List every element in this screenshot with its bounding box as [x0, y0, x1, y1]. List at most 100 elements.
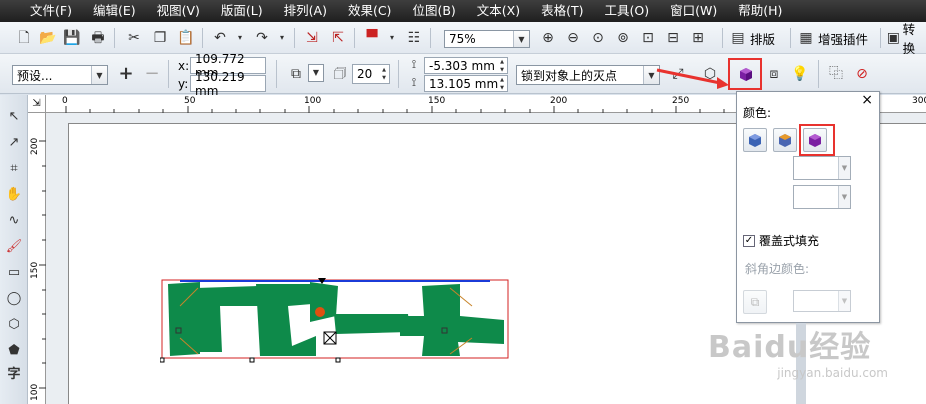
export-icon[interactable]: ⇱ [328, 28, 348, 48]
convert-button[interactable]: ▣ 转换 [884, 22, 926, 56]
vp-y-spinner[interactable]: ▲ ▼ [497, 76, 507, 91]
text-tool-icon[interactable]: 字 [4, 365, 24, 385]
undo-dropdown-icon[interactable]: ▾ [230, 28, 250, 48]
bevel-color-button[interactable]: ⧉ [743, 290, 767, 314]
overlay-fill-checkbox[interactable]: ✓ [743, 234, 755, 247]
cut-icon[interactable]: ✂ [124, 28, 144, 48]
open-folder-icon[interactable]: 📂 [38, 28, 58, 48]
extrusion-edge [180, 280, 490, 282]
curve-tool-icon[interactable]: ∿ [4, 211, 24, 231]
ruler-origin[interactable]: ⇲ [28, 95, 46, 113]
menu-table[interactable]: 表格(T) [531, 0, 594, 22]
extruded-text-artwork[interactable] [160, 276, 510, 366]
menu-effects[interactable]: 效果(C) [338, 0, 402, 22]
selection-handle[interactable] [249, 357, 255, 363]
vertical-ruler[interactable]: 200 150 100 [28, 113, 46, 404]
y-position-field[interactable]: 130.219 mm [190, 70, 266, 98]
depth-value: 20 [357, 67, 373, 81]
menu-edit[interactable]: 编辑(E) [83, 0, 147, 22]
toolbox: ↖ ↗ ⌗ ✋ ∿ 🖌 ▭ ◯ ⬡ ⬟ 字 [0, 95, 28, 404]
polygon-tool-icon[interactable]: ⬡ [4, 315, 24, 335]
chevron-down-icon[interactable]: ▼ [838, 186, 850, 208]
smart-fill-tool-icon[interactable]: 🖌 [4, 237, 24, 257]
menu-view[interactable]: 视图(V) [147, 0, 211, 22]
add-preset-icon[interactable]: + [116, 64, 136, 84]
menu-bitmaps[interactable]: 位图(B) [402, 0, 466, 22]
redo-dropdown-icon[interactable]: ▾ [272, 28, 292, 48]
to-color-swatch[interactable]: ▼ [793, 185, 851, 209]
use-solid-color-button[interactable] [773, 128, 797, 152]
ellipse-tool-icon[interactable]: ◯ [4, 289, 24, 309]
chevron-down-icon[interactable]: ▼ [838, 291, 850, 311]
depth-spinner[interactable]: ▲ ▼ [379, 65, 389, 83]
vanishing-point-marker[interactable] [315, 307, 325, 317]
preset-select[interactable]: 预设... ▼ [12, 65, 108, 85]
save-icon[interactable]: 💾 [62, 28, 82, 48]
extrusion-type-dropdown-icon[interactable]: ▼ [308, 64, 324, 82]
separator [114, 28, 115, 48]
paiban-button[interactable]: ▤ 排版 [728, 28, 775, 48]
undo-icon[interactable]: ↶ [210, 28, 230, 48]
clear-extrusion-icon[interactable]: ⊘ [852, 64, 872, 84]
pan-tool-icon[interactable]: ✋ [4, 185, 24, 205]
shape-tool-icon[interactable]: ↗ [4, 133, 24, 153]
zoom-all-objects-icon[interactable]: ⊚ [613, 28, 633, 48]
vanishing-point-y-field[interactable]: 13.105 mm ▲ ▼ [424, 75, 508, 92]
preset-value: 预设... [17, 68, 53, 83]
import-icon[interactable]: ⇲ [302, 28, 322, 48]
zoom-in-icon[interactable]: ⊕ [538, 28, 558, 48]
bevel-color-swatch[interactable]: ▼ [793, 290, 851, 312]
chevron-down-icon[interactable]: ▼ [513, 31, 529, 47]
launcher-dropdown-icon[interactable]: ▾ [382, 28, 402, 48]
paiban-label: 排版 [750, 31, 776, 47]
pick-tool-icon[interactable]: ↖ [4, 107, 24, 127]
use-object-fill-button[interactable] [743, 128, 767, 152]
zoom-level-select[interactable]: 75% ▼ [444, 30, 530, 48]
menu-tools[interactable]: 工具(O) [595, 0, 661, 22]
application-launcher-icon[interactable]: ▀ [362, 28, 382, 48]
print-icon[interactable]: 🖶 [88, 28, 108, 48]
menu-file[interactable]: 文件(F) [20, 0, 83, 22]
copy-extrusion-icon[interactable]: ⿻ [826, 64, 846, 84]
menu-window[interactable]: 窗口(W) [660, 0, 728, 22]
depth-field[interactable]: 20 ▲ ▼ [352, 64, 390, 84]
basic-shapes-tool-icon[interactable]: ⬟ [4, 341, 24, 361]
close-icon[interactable]: × [861, 92, 873, 108]
zoom-width-icon[interactable]: ⊟ [663, 28, 683, 48]
vanishing-point-x-field[interactable]: -5.303 mm ▲ ▼ [424, 57, 508, 74]
extrusion-type-icon[interactable]: ⧉ [286, 64, 306, 84]
menu-help[interactable]: 帮助(H) [728, 0, 793, 22]
overlay-fill-option[interactable]: ✓ 覆盖式填充 [743, 232, 819, 249]
options-icon[interactable]: ☷ [404, 28, 424, 48]
remove-preset-icon[interactable]: − [142, 64, 162, 84]
zoom-selected-icon[interactable]: ⊙ [588, 28, 608, 48]
vanishing-point-lock-select[interactable]: 锁到对象上的灭点 ▼ [516, 65, 660, 85]
zoom-height-icon[interactable]: ⊞ [688, 28, 708, 48]
paste-icon[interactable]: 📋 [176, 28, 196, 48]
chevron-down-icon[interactable]: ▼ [91, 66, 107, 84]
zoom-page-icon[interactable]: ⊡ [638, 28, 658, 48]
x-label: x: [178, 59, 190, 73]
plugin-button[interactable]: ▦ 增强插件 [796, 28, 868, 48]
crop-tool-icon[interactable]: ⌗ [4, 159, 24, 179]
menu-text[interactable]: 文本(X) [467, 0, 531, 22]
separator [294, 28, 295, 48]
bevel-icon[interactable]: ⧈ [764, 64, 784, 84]
separator [430, 28, 431, 48]
menu-bar: 文件(F) 编辑(E) 视图(V) 版面(L) 排列(A) 效果(C) 位图(B… [0, 0, 926, 22]
vp-x-spinner[interactable]: ▲ ▼ [497, 58, 507, 73]
redo-icon[interactable]: ↷ [252, 28, 272, 48]
chevron-down-icon[interactable]: ▼ [838, 157, 850, 179]
selection-handle[interactable] [160, 357, 165, 363]
new-document-icon[interactable]: 🗋 [14, 28, 34, 48]
vanishing-point-lock-value: 锁到对象上的灭点 [521, 68, 618, 83]
from-color-swatch[interactable]: ▼ [793, 156, 851, 180]
selection-handle[interactable] [335, 357, 341, 363]
menu-layout[interactable]: 版面(L) [211, 0, 274, 22]
rectangle-tool-icon[interactable]: ▭ [4, 263, 24, 283]
depth-icon: 🗇 [333, 66, 347, 82]
lighting-bulb-icon[interactable]: 💡 [790, 64, 810, 84]
zoom-out-icon[interactable]: ⊖ [563, 28, 583, 48]
copy-icon[interactable]: ❐ [150, 28, 170, 48]
menu-arrange[interactable]: 排列(A) [274, 0, 338, 22]
